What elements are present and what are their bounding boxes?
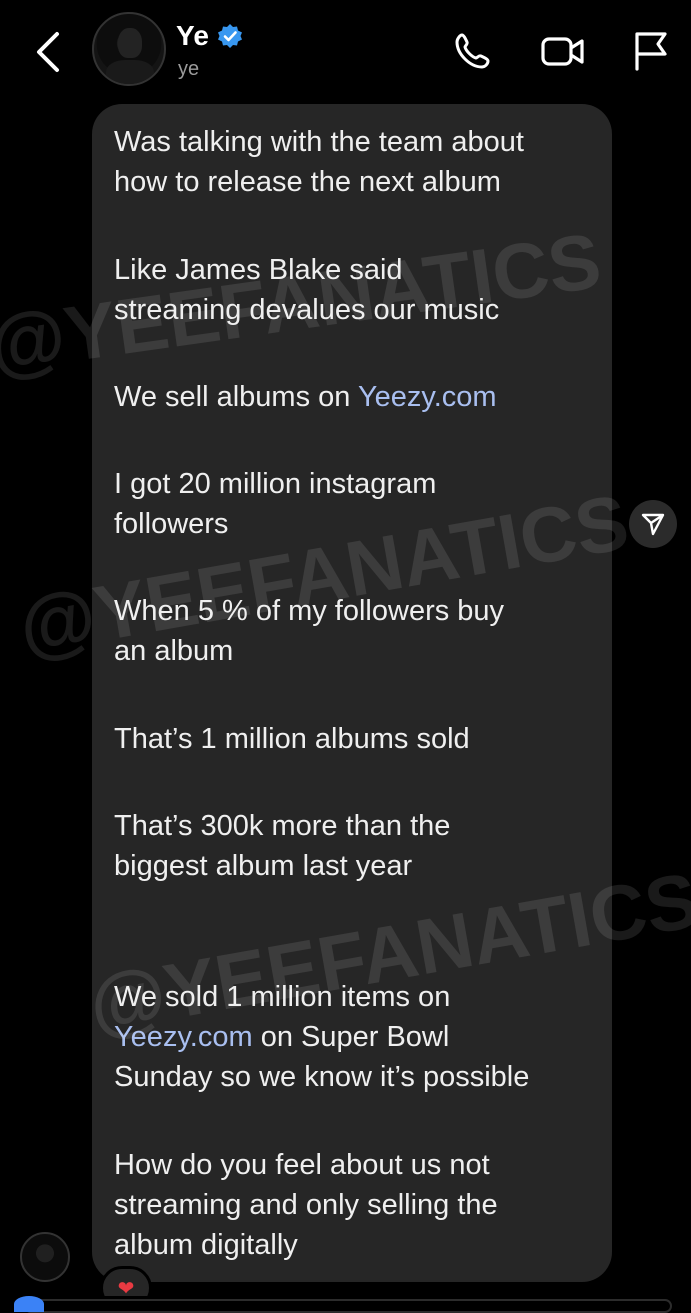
message-text-8-suffix: Sunday so we know it’s possible (114, 1061, 530, 1093)
video-call-button[interactable] (540, 28, 586, 74)
composer-bar (0, 1296, 691, 1313)
message-input-outline[interactable] (24, 1299, 672, 1313)
contact-info[interactable]: Ye ye (176, 20, 243, 81)
message-text-7: That’s 300k more than the biggest album … (114, 810, 451, 882)
camera-button[interactable] (14, 1296, 44, 1312)
message-text-8-mid: on Super Bowl (252, 1021, 450, 1053)
yeezy-link-1[interactable]: Yeezy.com (358, 381, 497, 413)
avatar-face (118, 28, 142, 58)
video-camera-icon (541, 37, 584, 66)
phone-icon (455, 33, 490, 69)
voice-call-button[interactable] (450, 28, 496, 74)
contact-name: Ye (176, 20, 210, 51)
contact-handle: ye (178, 58, 200, 80)
share-message-button[interactable] (629, 500, 677, 548)
verified-badge-icon (218, 24, 243, 48)
sender-avatar[interactable] (20, 1232, 70, 1282)
flag-icon (635, 32, 667, 71)
avatar-body (106, 60, 154, 84)
back-button[interactable] (26, 24, 70, 80)
report-button[interactable] (628, 28, 674, 74)
chat-header: Ye ye (0, 0, 691, 100)
message-text-1: Was talking with the team about how to r… (114, 126, 524, 198)
contact-avatar[interactable] (92, 12, 166, 86)
message-text-6: That’s 1 million albums sold (114, 723, 470, 755)
name-row: Ye (176, 20, 243, 52)
chevron-left-icon (37, 32, 59, 72)
message-text-9: How do you feel about us not streaming a… (114, 1149, 498, 1261)
send-icon (641, 513, 665, 536)
message-text-3-prefix: We sell albums on (114, 381, 358, 413)
message-text-3: We sell albums on Yeezy.com (114, 377, 594, 417)
